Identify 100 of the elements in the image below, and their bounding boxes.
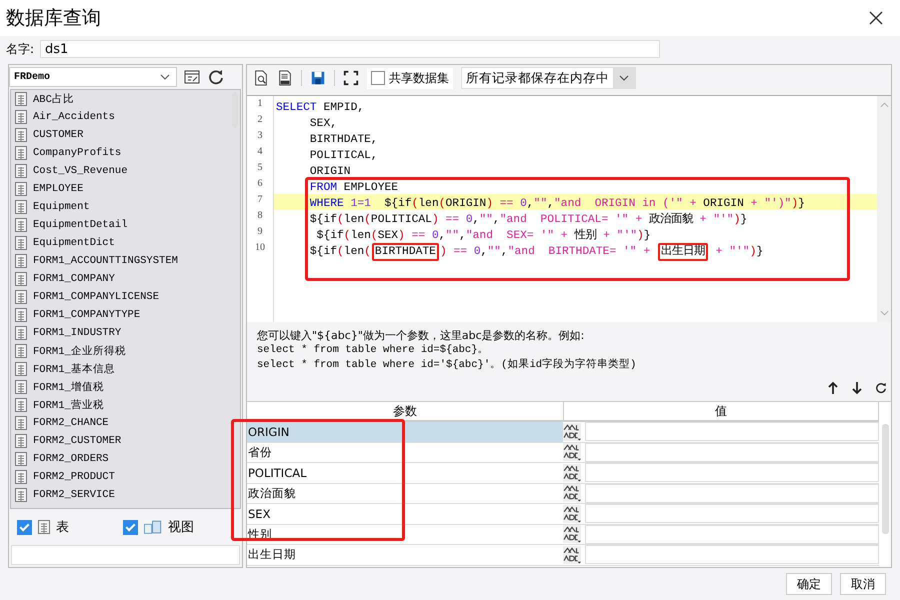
parameter-name-cell[interactable]: 省份	[247, 442, 563, 462]
type-icon[interactable]	[563, 422, 581, 441]
table-list-item[interactable]: Equipment	[11, 198, 240, 216]
table-icon	[15, 326, 27, 340]
type-icon[interactable]	[563, 546, 581, 564]
table-list-item[interactable]: EMPLOYEE	[11, 180, 240, 198]
line-number: 1	[256, 98, 264, 111]
share-checkbox[interactable]	[371, 71, 385, 85]
table-icon	[15, 146, 27, 160]
table-list-item[interactable]: FORM1_营业税	[11, 396, 240, 414]
table-list-item[interactable]: FORM1_增值税	[11, 378, 240, 396]
fullscreen-icon[interactable]	[343, 70, 359, 86]
table-list-item[interactable]: FORM1_ACCOUNTTINGSYSTEM	[11, 252, 240, 270]
column-header: 值	[564, 402, 879, 420]
type-icon[interactable]	[563, 484, 581, 502]
line-number: 2	[256, 114, 264, 127]
code-line: ${if(len(POLITICAL) == 0,"","and POLITICAL= '" + 政治面貌 + "'")}	[308, 214, 748, 226]
table-list-item[interactable]: FORM1_COMPANYTYPE	[11, 306, 240, 324]
parameter-value-field[interactable]	[585, 422, 879, 442]
connection-dropdown[interactable]: FRDemo	[9, 67, 177, 87]
table-icon	[15, 164, 27, 178]
table-icon	[15, 488, 27, 502]
parameter-value-field[interactable]	[585, 442, 879, 462]
parameter-name-cell[interactable]: 出生日期	[247, 545, 563, 564]
parameter-name-cell[interactable]: 政治面貌	[247, 484, 563, 503]
caret-icon	[160, 74, 170, 80]
dialog-button[interactable]: 取消	[840, 573, 886, 595]
checkbox[interactable]	[123, 520, 138, 534]
preview-icon[interactable]	[253, 70, 269, 86]
table-icon	[15, 470, 27, 484]
table-list-item[interactable]: EquipmentDetail	[11, 216, 240, 234]
parameter-value-field[interactable]	[585, 524, 879, 544]
table-list-item[interactable]: CUSTOMER	[11, 126, 240, 144]
table-list-item[interactable]: FORM1_基本信息	[11, 360, 240, 378]
line-number: 4	[256, 146, 264, 159]
table-list-item[interactable]: CompanyProfits	[11, 144, 240, 162]
table-icon	[15, 452, 27, 466]
name-input-field[interactable]: ds1	[40, 40, 660, 58]
scrollbar-thumb[interactable]	[882, 424, 889, 534]
refresh-icon[interactable]	[875, 381, 887, 395]
table-list-item[interactable]: ABC占比	[11, 90, 240, 108]
refresh-icon[interactable]	[207, 68, 225, 86]
code-line: WHERE 1=1 ${if(len(ORIGIN) == 0,"","and ORIGIN in ('" + ORIGIN + "')")}	[308, 198, 805, 210]
parameter-name-cell[interactable]: SEX	[247, 504, 563, 524]
parameter-value-field[interactable]	[585, 463, 879, 482]
parameter-value-field[interactable]	[585, 545, 879, 564]
edit-connection-icon[interactable]	[183, 68, 201, 86]
parameter-value-field[interactable]	[585, 484, 879, 503]
table-list-item[interactable]: FORM1_COMPANYLICENSE	[11, 288, 240, 306]
table-list-item[interactable]: EquipmentDict	[11, 234, 240, 252]
code-line: POLITICAL,	[308, 150, 378, 162]
table-icon	[15, 110, 27, 124]
table-list-item[interactable]: FORM2_PRODUCT	[11, 468, 240, 486]
type-icon[interactable]	[563, 464, 581, 482]
column-header: 参数	[247, 402, 564, 420]
share-label: 共享数据集	[389, 70, 449, 86]
table-icon	[15, 416, 27, 430]
dialog-button[interactable]: 确定	[786, 573, 832, 595]
table-list-item[interactable]: FORM1_COMPANY	[11, 270, 240, 288]
close-icon[interactable]	[868, 10, 884, 26]
line-number: 10	[254, 242, 266, 255]
table-list-item[interactable]: Cost_VS_Revenue	[11, 162, 240, 180]
table-list-item[interactable]: FORM2_CUSTOMER	[11, 432, 240, 450]
table-list-item[interactable]: FORM2_ORDERS	[11, 450, 240, 468]
type-icon[interactable]	[563, 443, 581, 462]
table-icon	[15, 128, 27, 142]
table-icon	[15, 434, 27, 448]
move-down-icon[interactable]	[851, 381, 863, 395]
sql-document-icon[interactable]	[277, 70, 293, 86]
table-list-item[interactable]: FORM1_INDUSTRY	[11, 324, 240, 342]
help-text: select * from table where id='${abc}'。(如果id字段为字符串类型)	[257, 358, 638, 373]
parameter-name-cell[interactable]: POLITICAL	[247, 463, 563, 482]
view-icon	[144, 520, 162, 534]
parameter-name-cell[interactable]: ORIGIN	[247, 422, 563, 442]
table-icon	[15, 272, 27, 286]
table-icon	[15, 92, 27, 106]
save-icon[interactable]	[310, 70, 326, 86]
storage-dropdown[interactable]: 所有记录都保存在内存中	[461, 67, 636, 89]
help-text: 您可以键入"${abc}"做为一个参数，这里abc是参数的名称。例如:	[257, 328, 586, 343]
line-number: 5	[256, 162, 264, 175]
line-number: 7	[256, 194, 264, 207]
table-icon	[38, 520, 50, 534]
type-icon[interactable]	[563, 525, 581, 544]
code-line: ORIGIN	[308, 166, 351, 178]
table-list-item[interactable]: Air_Accidents	[11, 108, 240, 126]
type-icon[interactable]	[563, 504, 581, 523]
checkbox[interactable]	[17, 520, 32, 534]
code-line: SEX,	[308, 118, 338, 130]
code-line: SELECT EMPID,	[276, 102, 364, 114]
move-up-icon[interactable]	[827, 381, 839, 395]
window-title: 数据库查询	[6, 6, 102, 31]
filter-input-field[interactable]	[11, 545, 240, 565]
caret-icon	[619, 75, 629, 81]
parameter-value-field[interactable]	[585, 504, 879, 524]
table-list-item[interactable]: FORM2_SERVICE	[11, 486, 240, 504]
filter-label: 视图	[168, 519, 194, 536]
table-list-item[interactable]: FORM2_CHANCE	[11, 414, 240, 432]
table-list-item[interactable]: FORM1_企业所得税	[11, 342, 240, 360]
code-line: ${if(len( BIRTHDATE ) == 0,"","and BIRTHDATE= '" + 出生日期 + "'")}	[276, 246, 764, 258]
table-icon	[15, 254, 27, 268]
